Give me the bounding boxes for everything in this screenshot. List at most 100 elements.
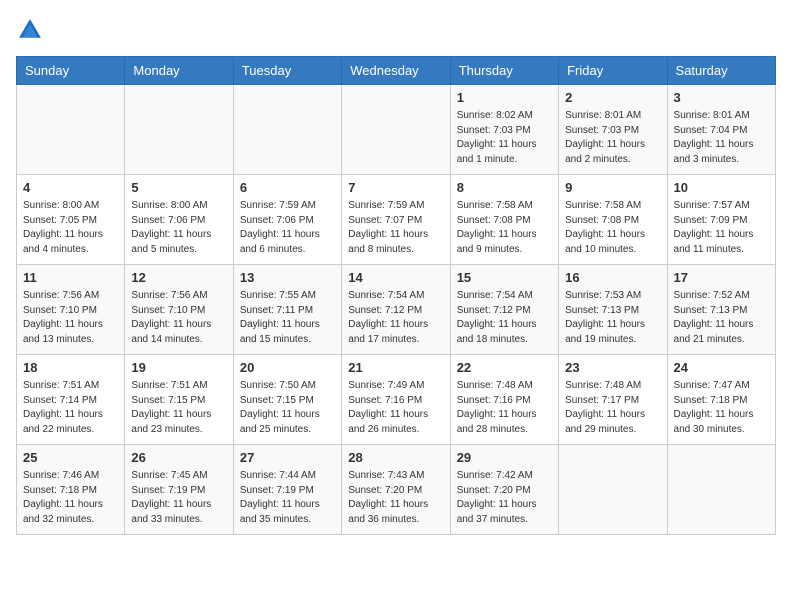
- calendar-day: 3 Sunrise: 8:01 AM Sunset: 7:04 PM Daylig…: [667, 85, 775, 175]
- day-info: Sunrise: 7:55 AM Sunset: 7:11 PM Dayligh…: [240, 289, 335, 347]
- calendar-day: 11 Sunrise: 7:56 AM Sunset: 7:10 PM Dayli…: [17, 265, 125, 355]
- day-number: 26: [131, 449, 226, 467]
- calendar-day: [125, 85, 233, 175]
- day-number: 14: [348, 269, 443, 287]
- day-info: Sunrise: 7:58 AM Sunset: 7:08 PM Dayligh…: [457, 199, 552, 257]
- calendar-day: 15 Sunrise: 7:54 AM Sunset: 7:12 PM Dayli…: [450, 265, 558, 355]
- day-info: Sunrise: 7:54 AM Sunset: 7:12 PM Dayligh…: [457, 289, 552, 347]
- day-number: 18: [23, 359, 118, 377]
- day-info: Sunrise: 7:54 AM Sunset: 7:12 PM Dayligh…: [348, 289, 443, 347]
- day-info: Sunrise: 7:59 AM Sunset: 7:07 PM Dayligh…: [348, 199, 443, 257]
- calendar-body: 1Sunrise: 8:02 AM Sunset: 7:03 PM Daylig…: [17, 85, 776, 535]
- calendar-header: SundayMondayTuesdayWednesdayThursdayFrid…: [17, 57, 776, 85]
- day-number: 3: [674, 89, 769, 107]
- day-info: Sunrise: 8:01 AM Sunset: 7:04 PM Dayligh…: [674, 109, 769, 167]
- day-number: 22: [457, 359, 552, 377]
- day-number: 6: [240, 179, 335, 197]
- day-number: 17: [674, 269, 769, 287]
- calendar-day: [233, 85, 341, 175]
- calendar-day: 23 Sunrise: 7:48 AM Sunset: 7:17 PM Dayli…: [559, 355, 667, 445]
- calendar-week: 25Sunrise: 7:46 AM Sunset: 7:18 PM Dayli…: [17, 445, 776, 535]
- day-info: Sunrise: 8:01 AM Sunset: 7:03 PM Dayligh…: [565, 109, 660, 167]
- logo-icon: [16, 16, 44, 44]
- calendar-day: 21 Sunrise: 7:49 AM Sunset: 7:16 PM Dayli…: [342, 355, 450, 445]
- day-info: Sunrise: 7:51 AM Sunset: 7:15 PM Dayligh…: [131, 379, 226, 437]
- calendar-week: 18 Sunrise: 7:51 AM Sunset: 7:14 PM Dayli…: [17, 355, 776, 445]
- calendar-day: 2 Sunrise: 8:01 AM Sunset: 7:03 PM Daylig…: [559, 85, 667, 175]
- logo: [16, 16, 48, 44]
- calendar-day: 8 Sunrise: 7:58 AM Sunset: 7:08 PM Daylig…: [450, 175, 558, 265]
- day-info: Sunrise: 7:56 AM Sunset: 7:10 PM Dayligh…: [23, 289, 118, 347]
- header-day: Saturday: [667, 57, 775, 85]
- calendar-week: 1Sunrise: 8:02 AM Sunset: 7:03 PM Daylig…: [17, 85, 776, 175]
- day-info: Sunrise: 7:59 AM Sunset: 7:06 PM Dayligh…: [240, 199, 335, 257]
- day-number: 16: [565, 269, 660, 287]
- day-info: Sunrise: 7:53 AM Sunset: 7:13 PM Dayligh…: [565, 289, 660, 347]
- calendar-day: 12 Sunrise: 7:56 AM Sunset: 7:10 PM Dayli…: [125, 265, 233, 355]
- day-number: 23: [565, 359, 660, 377]
- day-number: 19: [131, 359, 226, 377]
- header-row: SundayMondayTuesdayWednesdayThursdayFrid…: [17, 57, 776, 85]
- calendar-table: SundayMondayTuesdayWednesdayThursdayFrid…: [16, 56, 776, 535]
- day-number: 1: [457, 89, 552, 107]
- day-info: Sunrise: 7:42 AM Sunset: 7:20 PM Dayligh…: [457, 469, 552, 527]
- header-day: Sunday: [17, 57, 125, 85]
- calendar-day: [667, 445, 775, 535]
- day-number: 27: [240, 449, 335, 467]
- calendar-day: 1Sunrise: 8:02 AM Sunset: 7:03 PM Daylig…: [450, 85, 558, 175]
- calendar-day: 19 Sunrise: 7:51 AM Sunset: 7:15 PM Dayli…: [125, 355, 233, 445]
- day-info: Sunrise: 7:44 AM Sunset: 7:19 PM Dayligh…: [240, 469, 335, 527]
- day-number: 24: [674, 359, 769, 377]
- day-number: 9: [565, 179, 660, 197]
- day-number: 11: [23, 269, 118, 287]
- day-info: Sunrise: 7:50 AM Sunset: 7:15 PM Dayligh…: [240, 379, 335, 437]
- calendar-day: 24 Sunrise: 7:47 AM Sunset: 7:18 PM Dayli…: [667, 355, 775, 445]
- day-number: 13: [240, 269, 335, 287]
- header-day: Friday: [559, 57, 667, 85]
- day-number: 29: [457, 449, 552, 467]
- calendar-day: 6 Sunrise: 7:59 AM Sunset: 7:06 PM Daylig…: [233, 175, 341, 265]
- calendar-day: [559, 445, 667, 535]
- day-info: Sunrise: 7:57 AM Sunset: 7:09 PM Dayligh…: [674, 199, 769, 257]
- calendar-day: 18 Sunrise: 7:51 AM Sunset: 7:14 PM Dayli…: [17, 355, 125, 445]
- calendar-day: 16 Sunrise: 7:53 AM Sunset: 7:13 PM Dayli…: [559, 265, 667, 355]
- calendar-day: 25Sunrise: 7:46 AM Sunset: 7:18 PM Dayli…: [17, 445, 125, 535]
- calendar-day: 7 Sunrise: 7:59 AM Sunset: 7:07 PM Daylig…: [342, 175, 450, 265]
- day-info: Sunrise: 7:48 AM Sunset: 7:16 PM Dayligh…: [457, 379, 552, 437]
- calendar-day: 26Sunrise: 7:45 AM Sunset: 7:19 PM Dayli…: [125, 445, 233, 535]
- calendar-day: [342, 85, 450, 175]
- page-header: [16, 16, 776, 44]
- day-info: Sunrise: 7:47 AM Sunset: 7:18 PM Dayligh…: [674, 379, 769, 437]
- header-day: Thursday: [450, 57, 558, 85]
- day-number: 7: [348, 179, 443, 197]
- day-number: 2: [565, 89, 660, 107]
- day-number: 12: [131, 269, 226, 287]
- day-info: Sunrise: 8:00 AM Sunset: 7:06 PM Dayligh…: [131, 199, 226, 257]
- day-number: 4: [23, 179, 118, 197]
- calendar-day: 20 Sunrise: 7:50 AM Sunset: 7:15 PM Dayli…: [233, 355, 341, 445]
- day-info: Sunrise: 7:56 AM Sunset: 7:10 PM Dayligh…: [131, 289, 226, 347]
- calendar-day: 10 Sunrise: 7:57 AM Sunset: 7:09 PM Dayli…: [667, 175, 775, 265]
- day-number: 5: [131, 179, 226, 197]
- calendar-day: 29 Sunrise: 7:42 AM Sunset: 7:20 PM Dayli…: [450, 445, 558, 535]
- calendar-week: 11 Sunrise: 7:56 AM Sunset: 7:10 PM Dayli…: [17, 265, 776, 355]
- day-info: Sunrise: 7:46 AM Sunset: 7:18 PM Dayligh…: [23, 469, 118, 527]
- day-number: 28: [348, 449, 443, 467]
- day-info: Sunrise: 7:49 AM Sunset: 7:16 PM Dayligh…: [348, 379, 443, 437]
- day-number: 8: [457, 179, 552, 197]
- day-info: Sunrise: 7:51 AM Sunset: 7:14 PM Dayligh…: [23, 379, 118, 437]
- day-number: 10: [674, 179, 769, 197]
- calendar-day: 9Sunrise: 7:58 AM Sunset: 7:08 PM Daylig…: [559, 175, 667, 265]
- calendar-day: 14 Sunrise: 7:54 AM Sunset: 7:12 PM Dayli…: [342, 265, 450, 355]
- day-info: Sunrise: 7:48 AM Sunset: 7:17 PM Dayligh…: [565, 379, 660, 437]
- day-number: 20: [240, 359, 335, 377]
- header-day: Monday: [125, 57, 233, 85]
- calendar-day: 28Sunrise: 7:43 AM Sunset: 7:20 PM Dayli…: [342, 445, 450, 535]
- day-number: 15: [457, 269, 552, 287]
- calendar-day: [17, 85, 125, 175]
- day-number: 21: [348, 359, 443, 377]
- calendar-day: 4Sunrise: 8:00 AM Sunset: 7:05 PM Daylig…: [17, 175, 125, 265]
- calendar-week: 4Sunrise: 8:00 AM Sunset: 7:05 PM Daylig…: [17, 175, 776, 265]
- header-day: Tuesday: [233, 57, 341, 85]
- calendar-day: 13 Sunrise: 7:55 AM Sunset: 7:11 PM Dayli…: [233, 265, 341, 355]
